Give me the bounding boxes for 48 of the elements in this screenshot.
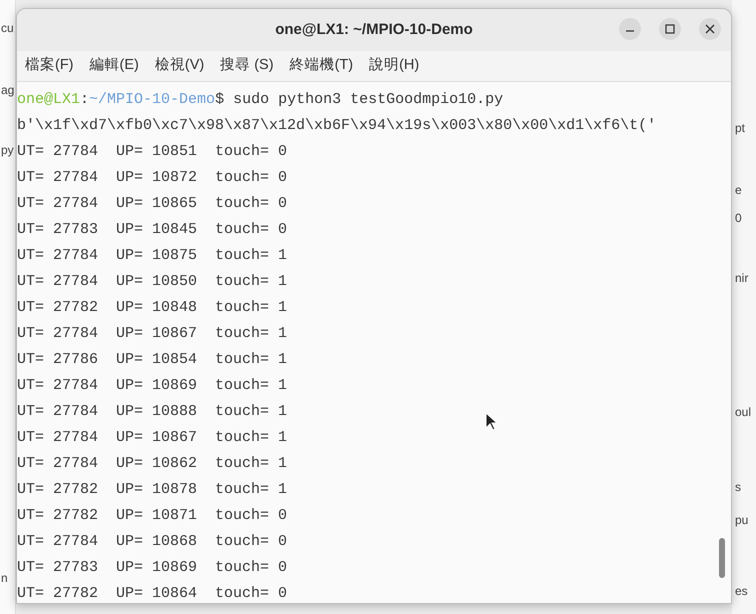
output-line: UT= 27784 UP= 10850 touch= 1 [17, 273, 288, 290]
background-text: oul [735, 406, 752, 418]
output-line: UT= 27782 UP= 10848 touch= 1 [17, 299, 288, 316]
output-line: UT= 27784 UP= 10868 touch= 0 [17, 533, 288, 550]
menu-item[interactable]: 終端機(T) [290, 55, 354, 77]
background-text: nir [735, 272, 748, 284]
mouse-pointer-icon [485, 412, 497, 431]
background-text: pu [735, 514, 748, 526]
close-icon [705, 24, 715, 34]
output-line: UT= 27783 UP= 10869 touch= 0 [17, 559, 288, 576]
output-line: UT= 27784 UP= 10851 touch= 0 [17, 143, 288, 160]
menu-item[interactable]: 說明(H) [369, 55, 420, 77]
close-button[interactable] [699, 18, 721, 40]
background-text: es [735, 585, 748, 597]
scrollbar-thumb[interactable] [719, 538, 725, 578]
background-text: pt [735, 122, 746, 134]
background-text: ag [1, 84, 14, 96]
maximize-button[interactable] [659, 18, 681, 40]
output-line: UT= 27782 UP= 10864 touch= 0 [17, 585, 288, 602]
maximize-icon [665, 24, 675, 34]
menu-item[interactable]: 搜尋 (S) [220, 55, 274, 77]
output-line: UT= 27784 UP= 10875 touch= 1 [17, 247, 288, 264]
prompt-path: ~/MPIO-10-Demo [89, 91, 216, 108]
output-line: UT= 27783 UP= 10845 touch= 0 [17, 221, 288, 238]
output-line: UT= 27784 UP= 10865 touch= 0 [17, 195, 288, 212]
background-text: 0 [735, 212, 742, 224]
output-line: UT= 27784 UP= 10867 touch= 1 [17, 429, 288, 446]
command-text: $ sudo python3 testGoodmpio10.py [215, 91, 504, 108]
menu-item[interactable]: 檔案(F) [25, 55, 74, 77]
output-line: UT= 27784 UP= 10869 touch= 1 [17, 377, 288, 394]
menu-item[interactable]: 編輯(E) [90, 55, 139, 77]
background-text: s [735, 481, 741, 493]
background-text: py [1, 144, 14, 156]
output-line: UT= 27784 UP= 10872 touch= 0 [17, 169, 288, 186]
output-line: UT= 27784 UP= 10862 touch= 1 [17, 455, 288, 472]
output-line: b'\x1f\xd7\xfb0\xc7\x98\x87\x12d\xb6F\x94\x19s\x003\x80\x00\xd1\xf6\t(' [17, 117, 656, 134]
window-title: one@LX1: ~/MPIO-10-Demo [275, 20, 473, 40]
menu-item[interactable]: 檢視(V) [154, 55, 204, 77]
output-line: UT= 27784 UP= 10888 touch= 1 [17, 403, 288, 420]
output-line: UT= 27782 UP= 10871 touch= 0 [17, 507, 288, 524]
background-text: n [1, 572, 8, 584]
output-line: UT= 27786 UP= 10854 touch= 1 [17, 351, 288, 368]
background-text: cu [1, 22, 14, 34]
output-line: UT= 27782 UP= 10878 touch= 1 [17, 481, 288, 498]
output-line: UT= 27784 UP= 10867 touch= 1 [17, 325, 288, 342]
prompt-user-host: one@LX1 [17, 91, 80, 108]
prompt-separator: : [80, 91, 90, 108]
background-text: e [735, 184, 742, 196]
